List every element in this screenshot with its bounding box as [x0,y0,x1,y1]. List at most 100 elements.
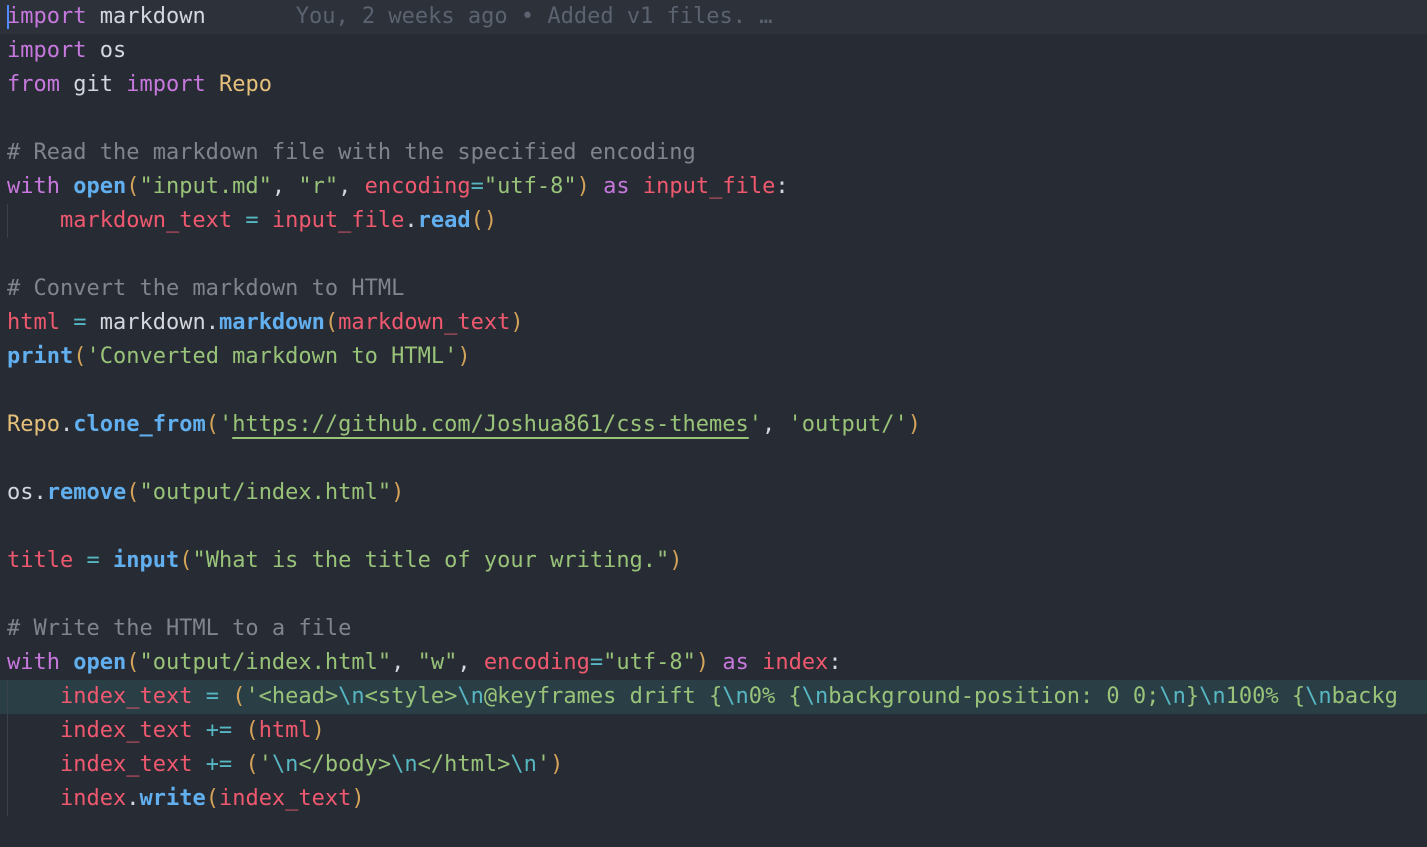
paren: ) [550,752,564,777]
variable: index_text [59,684,193,709]
variable: markdown_text [59,208,233,233]
paren: ) [695,650,710,675]
paren: ( [126,650,140,675]
variable: html [258,718,312,743]
paren: ) [457,344,471,369]
string-quote: ' [536,752,551,777]
dot: . [205,310,219,335]
string-literal: "r" [298,174,339,199]
code-line[interactable]: with open("input.md", "r", encoding="utf… [0,170,1427,204]
code-line[interactable] [0,578,1427,612]
escape-sequence: \n [510,752,537,777]
variable: title [7,548,74,573]
variable: input_file [642,174,776,199]
paren: ) [576,174,590,199]
string-literal: "utf-8" [483,174,577,199]
code-line[interactable] [0,442,1427,476]
paren: ) [907,412,921,437]
code-line[interactable]: import os [0,34,1427,68]
function-name: clone_from [73,412,206,437]
string-literal: '<head> [245,684,339,709]
variable: markdown_text [338,310,511,335]
code-line[interactable]: index_text += ('\n</body>\n</html>\n') [0,748,1427,782]
colon: : [828,650,842,675]
code-line[interactable]: from git import Repo [0,68,1427,102]
variable: index [762,650,829,675]
paren: ( [205,786,219,811]
string-literal: "utf-8" [603,650,696,675]
code-line[interactable]: os.remove("output/index.html") [0,476,1427,510]
operator: += [205,718,233,743]
paren: ( [179,548,193,573]
colon: : [775,174,789,199]
module-name: os [99,38,127,63]
paren: ) [669,548,683,573]
operator: = [86,548,100,573]
function-name: remove [46,480,127,505]
escape-sequence: \n [338,684,365,709]
paren: ) [510,310,524,335]
git-blame-annotation: You, 2 weeks ago • Added v1 files. … [295,4,773,29]
code-line[interactable]: # Convert the markdown to HTML [0,272,1427,306]
code-line[interactable]: markdown_text = input_file.read() [0,204,1427,238]
comma: , [338,174,365,199]
code-editor[interactable]: import markdown You, 2 weeks ago • Added … [0,0,1427,847]
variable: index_text [59,752,193,777]
code-line[interactable]: with open("output/index.html", "w", enco… [0,646,1427,680]
code-line[interactable]: html = markdown.markdown(markdown_text) [0,306,1427,340]
string-literal: background-position: 0 0; [828,684,1160,709]
dot: . [126,786,140,811]
string-literal: 'Converted markdown to HTML' [86,344,458,369]
code-line[interactable]: Repo.clone_from('https://github.com/Josh… [0,408,1427,442]
code-line[interactable]: import markdown You, 2 weeks ago • Added … [0,0,1427,34]
paren: ( [232,684,246,709]
escape-sequence: \n [1305,684,1332,709]
variable: index_text [59,718,193,743]
dot: . [33,480,47,505]
string-literal: </body> [298,752,392,777]
indent-guide [7,782,8,816]
url-link[interactable]: https://github.com/Joshua861/css-themes [232,412,749,437]
string-literal: @keyframes drift { [483,684,723,709]
paren: ) [351,786,365,811]
code-line[interactable]: index.write(index_text) [0,782,1427,816]
string-literal: 'output/' [788,412,908,437]
string-literal: "w" [417,650,458,675]
escape-sequence: \n [722,684,749,709]
variable: index_text [218,786,352,811]
comment: # Read the markdown file with the specif… [7,140,696,165]
code-line[interactable]: title = input("What is the title of your… [0,544,1427,578]
variable: input_file [271,208,405,233]
keyword: import [7,38,87,63]
comment: # Convert the markdown to HTML [7,276,405,301]
string-literal: 0% { [748,684,802,709]
code-line[interactable] [0,102,1427,136]
string-quote: ' [258,752,272,777]
code-line[interactable]: # Write the HTML to a file [0,612,1427,646]
operator: = [205,684,219,709]
keyword: with [7,650,60,675]
comma: , [762,412,789,437]
string-literal: "What is the title of your writing." [192,548,670,573]
code-line[interactable] [0,238,1427,272]
code-line[interactable] [0,374,1427,408]
operator: = [470,174,484,199]
paren: ( [324,310,339,335]
keyword: from [7,72,60,97]
function-name: write [139,786,206,811]
function-name: input [112,548,180,573]
variable: html [7,310,60,335]
code-line[interactable]: print('Converted markdown to HTML') [0,340,1427,374]
code-line-highlighted[interactable]: index_text = ('<head>\n<style>\n@keyfram… [0,680,1427,714]
code-line[interactable]: # Read the markdown file with the specif… [0,136,1427,170]
paren: ( [245,752,259,777]
code-line[interactable] [0,510,1427,544]
code-line[interactable]: index_text += (html) [0,714,1427,748]
comma: , [457,650,484,675]
paren: ) [311,718,325,743]
keyword: import [7,4,87,29]
string-literal: backg [1331,684,1398,709]
string-literal: } [1185,684,1200,709]
module-name: os [7,480,34,505]
text-cursor [7,5,9,29]
